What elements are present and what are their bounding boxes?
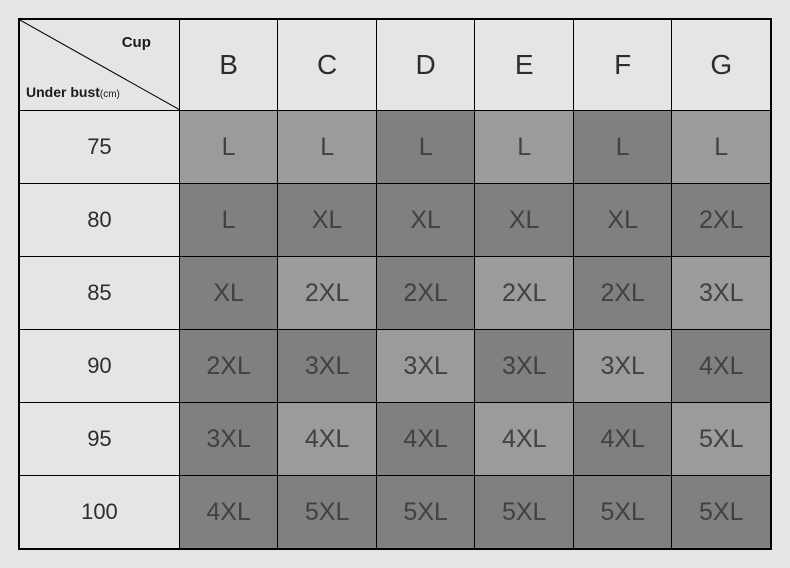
table-row: 1004XL5XL5XL5XL5XL5XL bbox=[19, 476, 771, 550]
row-header-100: 100 bbox=[19, 476, 179, 550]
size-cell: 2XL bbox=[672, 184, 771, 257]
size-cell: 3XL bbox=[475, 330, 574, 403]
size-cell: 4XL bbox=[179, 476, 278, 550]
size-cell: XL bbox=[475, 184, 574, 257]
size-cell: XL bbox=[278, 184, 377, 257]
row-header-85: 85 bbox=[19, 257, 179, 330]
table-row: 80LXLXLXLXL2XL bbox=[19, 184, 771, 257]
row-header-80: 80 bbox=[19, 184, 179, 257]
table-body: 75LLLLLL80LXLXLXLXL2XL85XL2XL2XL2XL2XL3X… bbox=[19, 111, 771, 550]
size-cell: 5XL bbox=[278, 476, 377, 550]
column-header-c: C bbox=[278, 19, 377, 111]
corner-header: Cup Under bust(cm) bbox=[19, 19, 179, 111]
table-row: 953XL4XL4XL4XL4XL5XL bbox=[19, 403, 771, 476]
size-cell: L bbox=[179, 184, 278, 257]
column-header-e: E bbox=[475, 19, 574, 111]
row-header-90: 90 bbox=[19, 330, 179, 403]
size-cell: 2XL bbox=[376, 257, 475, 330]
size-cell: 3XL bbox=[376, 330, 475, 403]
size-cell: 5XL bbox=[475, 476, 574, 550]
size-cell: L bbox=[376, 111, 475, 184]
size-cell: 2XL bbox=[278, 257, 377, 330]
size-cell: L bbox=[672, 111, 771, 184]
column-header-f: F bbox=[573, 19, 672, 111]
size-cell: 4XL bbox=[376, 403, 475, 476]
size-cell: XL bbox=[376, 184, 475, 257]
size-cell: 5XL bbox=[672, 476, 771, 550]
size-cell: 3XL bbox=[573, 330, 672, 403]
size-cell: L bbox=[179, 111, 278, 184]
size-cell: L bbox=[475, 111, 574, 184]
column-header-d: D bbox=[376, 19, 475, 111]
size-chart-table: Cup Under bust(cm) BCDEFG 75LLLLLL80LXLX… bbox=[18, 18, 772, 550]
size-cell: 3XL bbox=[672, 257, 771, 330]
size-cell: 2XL bbox=[179, 330, 278, 403]
table-row: 85XL2XL2XL2XL2XL3XL bbox=[19, 257, 771, 330]
size-cell: 4XL bbox=[475, 403, 574, 476]
size-cell: 5XL bbox=[672, 403, 771, 476]
row-header-75: 75 bbox=[19, 111, 179, 184]
size-cell: 3XL bbox=[179, 403, 278, 476]
size-cell: 4XL bbox=[573, 403, 672, 476]
size-cell: 2XL bbox=[475, 257, 574, 330]
table-row: 902XL3XL3XL3XL3XL4XL bbox=[19, 330, 771, 403]
size-cell: L bbox=[573, 111, 672, 184]
size-cell: 4XL bbox=[672, 330, 771, 403]
size-cell: 3XL bbox=[278, 330, 377, 403]
size-cell: 4XL bbox=[278, 403, 377, 476]
under-bust-label: Under bust(cm) bbox=[26, 84, 120, 100]
column-header-g: G bbox=[672, 19, 771, 111]
size-cell: 2XL bbox=[573, 257, 672, 330]
table-row: 75LLLLLL bbox=[19, 111, 771, 184]
size-cell: 5XL bbox=[376, 476, 475, 550]
size-cell: XL bbox=[179, 257, 278, 330]
column-header-b: B bbox=[179, 19, 278, 111]
size-cell: L bbox=[278, 111, 377, 184]
row-header-95: 95 bbox=[19, 403, 179, 476]
header-row: Cup Under bust(cm) BCDEFG bbox=[19, 19, 771, 111]
size-cell: XL bbox=[573, 184, 672, 257]
size-cell: 5XL bbox=[573, 476, 672, 550]
cup-label: Cup bbox=[122, 34, 151, 51]
